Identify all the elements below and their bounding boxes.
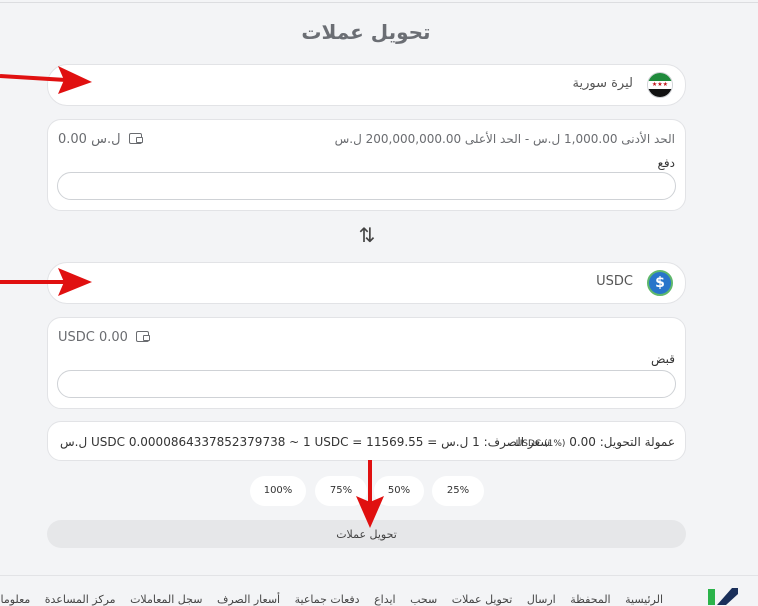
page-title: تحويل عملات [301,20,431,44]
from-amount-card: الحد الأدنى 1,000.00 ل.س - الحد الأعلى 2… [47,119,686,211]
footer-link-exchange-rates[interactable]: أسعار الصرف [217,593,280,606]
from-amount-input[interactable] [57,172,676,200]
to-currency-select[interactable]: $ USDC [47,262,686,304]
annotation-arrow-icon [0,66,92,94]
to-field-label: قبض [650,352,675,366]
annotation-arrow-icon [356,460,384,528]
syria-flag-icon: ★★★ [647,72,673,98]
wallet-icon [128,133,143,144]
footer-nav: الرئيسية المحفظة ارسال تحويل عملات سحب ا… [0,593,663,606]
top-divider [0,2,758,3]
to-balance-value: USDC 0.00 [58,330,128,345]
footer-link-send[interactable]: ارسال [527,593,556,606]
to-amount-card: USDC 0.00 قبض [47,317,686,409]
fee-value: 0.00 [569,435,596,449]
from-balance: 0.00 ل.س [58,132,143,147]
to-amount-input[interactable] [57,370,676,398]
footer-link-bulk-payments[interactable]: دفعات جماعية [295,593,360,606]
percent-25-button[interactable]: 25% [432,476,484,506]
from-currency-name: ليرة سورية [572,76,633,91]
footer-link-help-center[interactable]: مركز المساعدة [45,593,116,606]
to-currency-name: USDC [596,274,633,289]
to-balance: USDC 0.00 [58,330,151,345]
from-currency-select[interactable]: ★★★ ليرة سورية [47,64,686,106]
footer-link-transactions[interactable]: سجل المعاملات [130,593,202,606]
conversion-info: عمولة التحويل: 0.00 USDC (1%) سعر الصرف:… [47,421,686,461]
from-balance-value: 0.00 ل.س [58,132,121,147]
fee-label: عمولة التحويل: [599,435,675,449]
from-field-label: دفع [657,156,675,170]
footer-divider [0,575,758,576]
exchange-rate: سعر الصرف: 1 ل.س = USDC 0.00008643378523… [60,435,551,449]
footer-link-withdraw[interactable]: سحب [410,593,437,606]
swap-icon[interactable]: ⇅ [357,224,377,246]
footer-link-convert[interactable]: تحويل عملات [452,593,513,606]
brand-logo-icon [708,588,738,605]
from-limits: الحد الأدنى 1,000.00 ل.س - الحد الأعلى 2… [334,132,675,146]
footer-link-info[interactable]: معلومات [0,593,30,606]
footer-link-wallet[interactable]: المحفظة [570,593,610,606]
annotation-arrow-icon [0,268,92,296]
footer-link-home[interactable]: الرئيسية [625,593,663,606]
footer-link-deposit[interactable]: ايداع [374,593,396,606]
wallet-icon [136,331,151,342]
usdc-icon: $ [647,270,673,296]
percent-100-button[interactable]: 100% [250,476,306,506]
